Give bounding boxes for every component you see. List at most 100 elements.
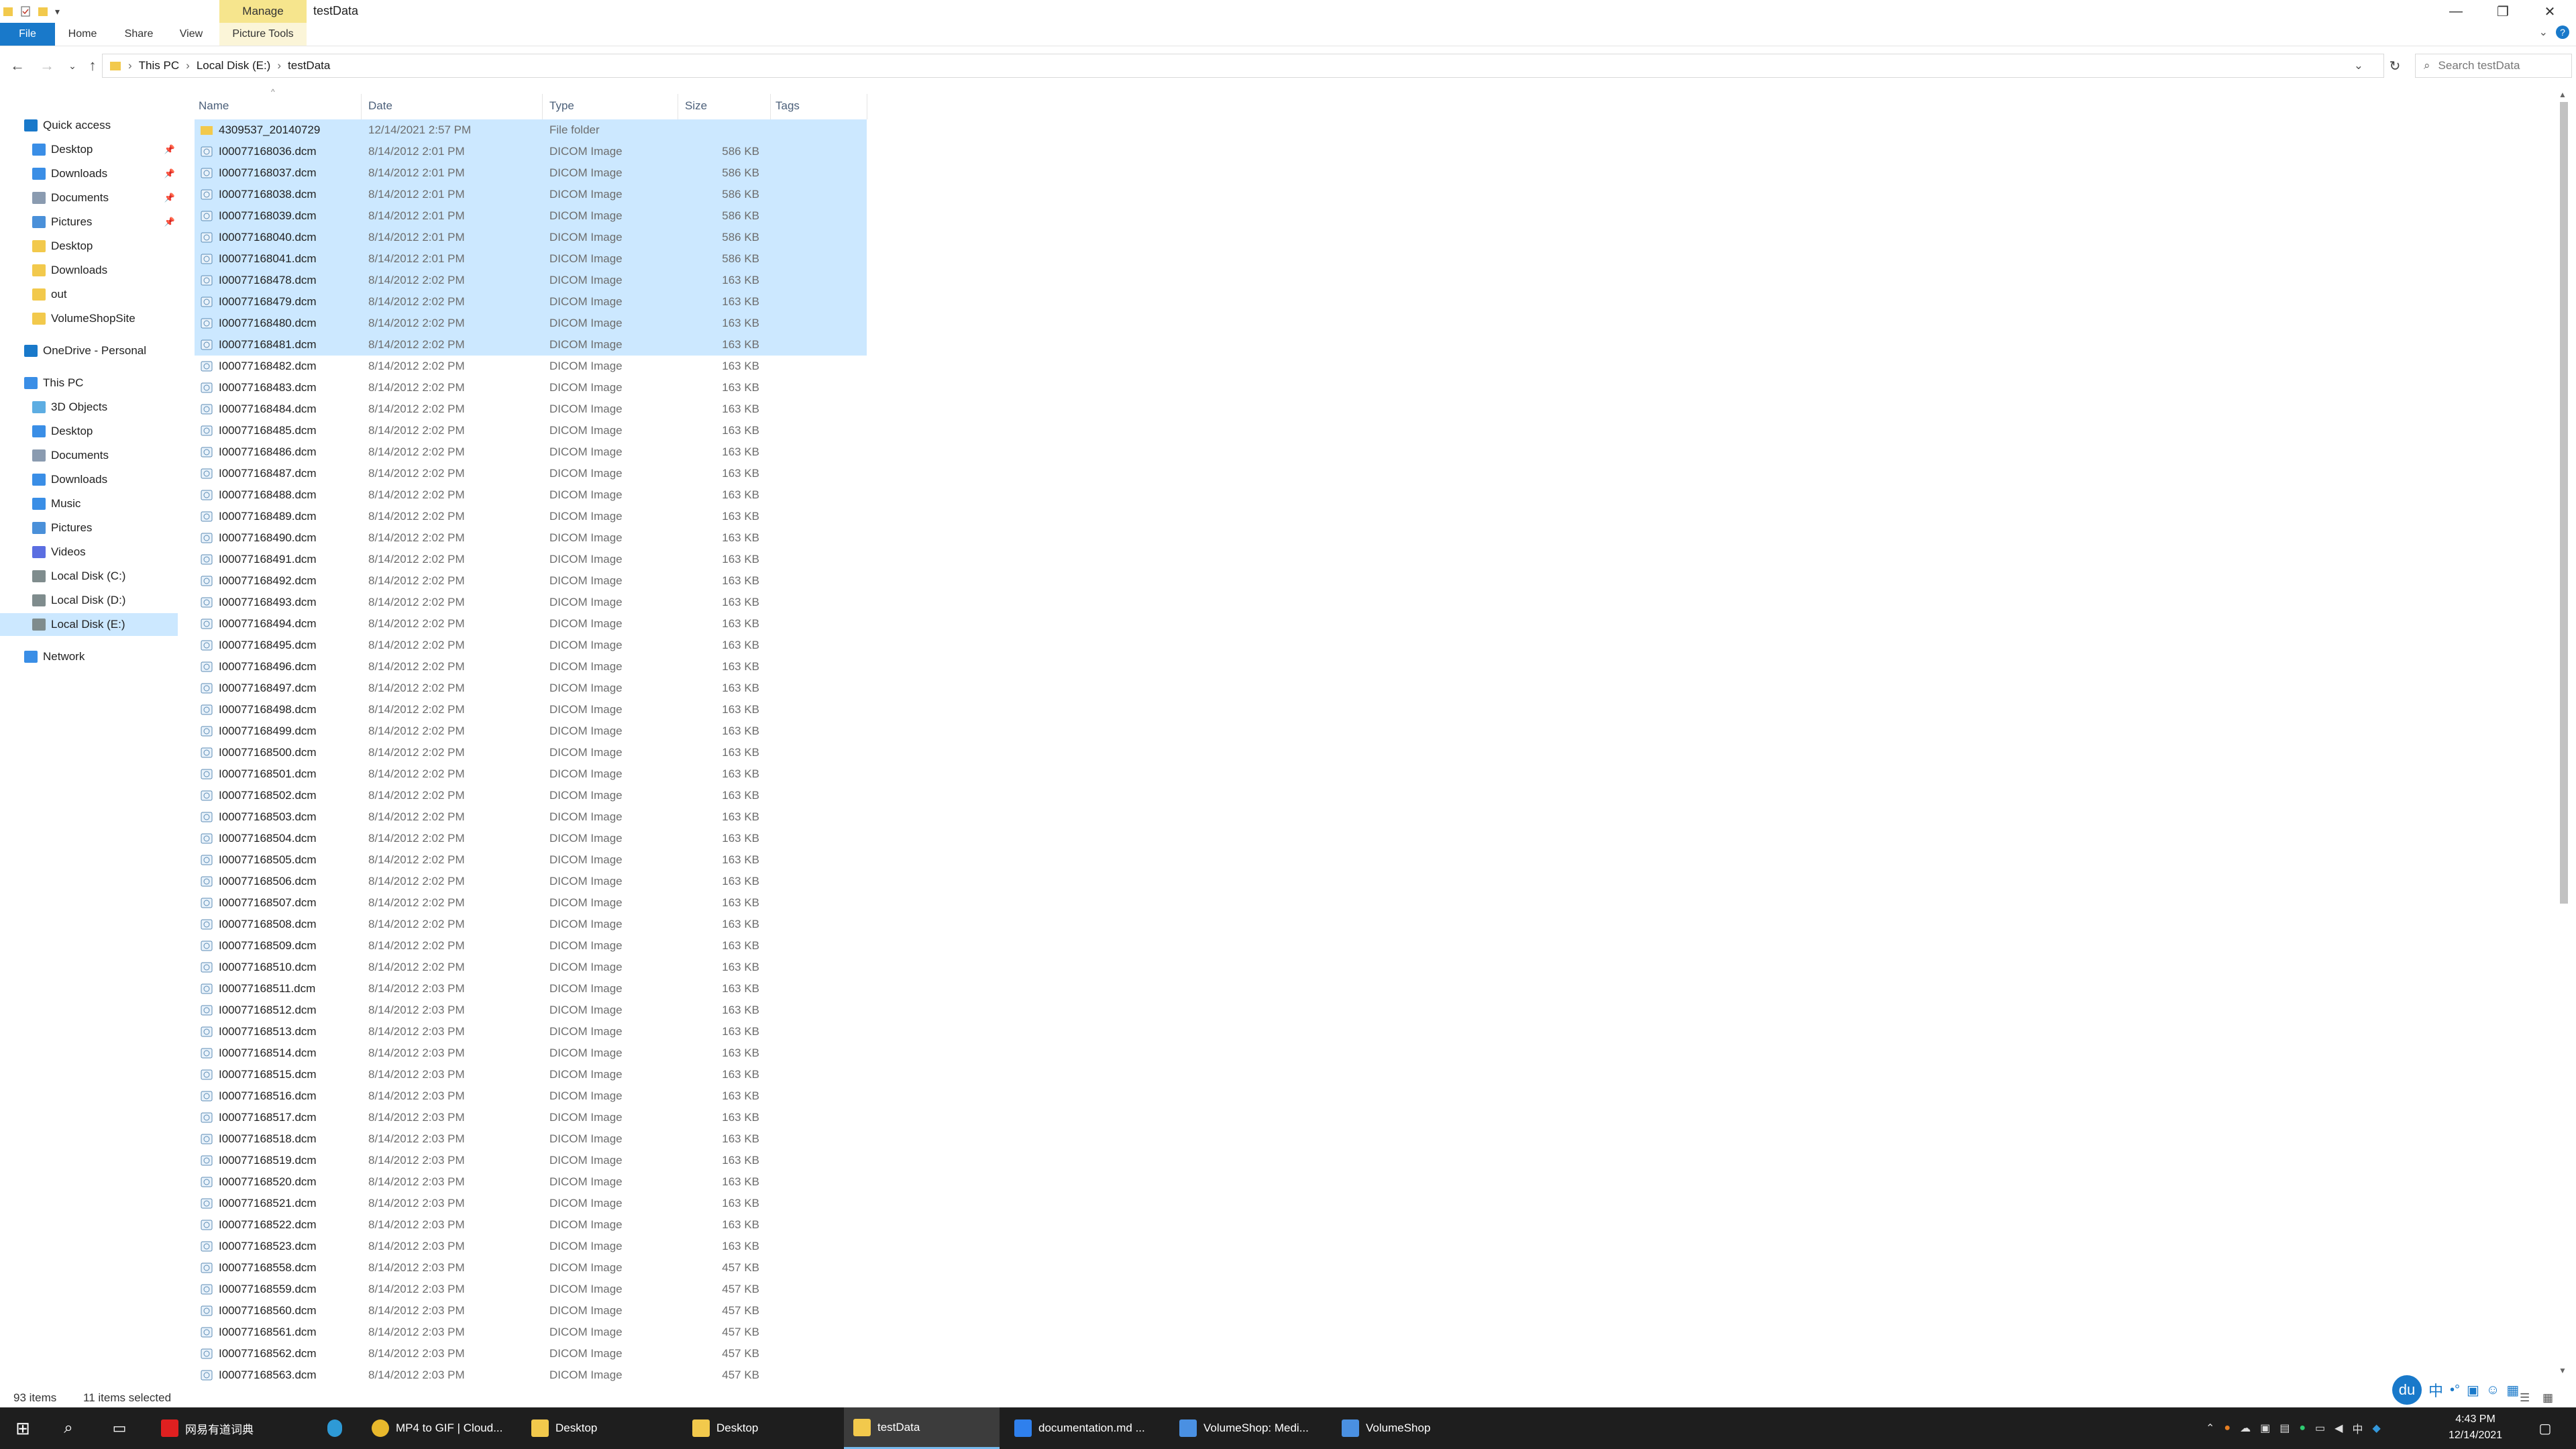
table-row[interactable]: I00077168039.dcm 8/14/2012 2:01 PM DICOM I… (195, 205, 867, 227)
table-row[interactable]: I00077168510.dcm 8/14/2012 2:02 PM DICOM I… (195, 957, 867, 978)
table-row[interactable]: I00077168515.dcm 8/14/2012 2:03 PM DICOM I… (195, 1064, 867, 1085)
nav-item[interactable]: This PC (0, 372, 178, 394)
table-row[interactable]: I00077168502.dcm 8/14/2012 2:02 PM DICOM I… (195, 785, 867, 806)
table-row[interactable]: I00077168500.dcm 8/14/2012 2:02 PM DICOM I… (195, 742, 867, 763)
table-row[interactable]: I00077168040.dcm 8/14/2012 2:01 PM DICOM I… (195, 227, 867, 248)
close-button[interactable]: ✕ (2526, 0, 2573, 23)
taskbar-app[interactable]: VolumeShop: Medi... (1170, 1407, 1327, 1449)
baidu-tray-icon[interactable]: ◆ (2372, 1421, 2380, 1435)
tab-share[interactable]: Share (118, 23, 160, 46)
table-row[interactable]: I00077168561.dcm 8/14/2012 2:03 PM DICOM I… (195, 1322, 867, 1343)
new-folder-icon[interactable] (38, 5, 48, 17)
nav-item[interactable]: OneDrive - Personal (0, 339, 178, 362)
nav-item[interactable]: Desktop (0, 420, 178, 443)
volume-icon[interactable]: ◀ (2334, 1421, 2343, 1435)
table-row[interactable]: I00077168486.dcm 8/14/2012 2:02 PM DICOM I… (195, 441, 867, 463)
tab-home[interactable]: Home (62, 23, 103, 46)
table-row[interactable]: I00077168519.dcm 8/14/2012 2:03 PM DICOM I… (195, 1150, 867, 1171)
table-row[interactable]: I00077168501.dcm 8/14/2012 2:02 PM DICOM I… (195, 763, 867, 785)
baidu-ime-icon[interactable]: du (2392, 1375, 2422, 1405)
maximize-button[interactable]: ❐ (2479, 0, 2526, 23)
nav-item[interactable]: Local Disk (E:) (0, 613, 178, 636)
refresh-button[interactable]: ↻ (2384, 55, 2406, 76)
search-box[interactable]: ⌕ Search testData (2415, 54, 2572, 78)
table-row[interactable]: I00077168481.dcm 8/14/2012 2:02 PM DICOM I… (195, 334, 867, 356)
table-row[interactable]: I00077168523.dcm 8/14/2012 2:03 PM DICOM I… (195, 1236, 867, 1257)
table-row[interactable]: I00077168505.dcm 8/14/2012 2:02 PM DICOM I… (195, 849, 867, 871)
table-row[interactable]: I00077168514.dcm 8/14/2012 2:03 PM DICOM I… (195, 1042, 867, 1064)
table-row[interactable]: I00077168483.dcm 8/14/2012 2:02 PM DICOM I… (195, 377, 867, 398)
column-divider[interactable] (770, 94, 771, 119)
nav-item[interactable]: Downloads (0, 259, 178, 282)
table-row[interactable]: I00077168520.dcm 8/14/2012 2:03 PM DICOM I… (195, 1171, 867, 1193)
wechat-icon[interactable]: ● (2299, 1422, 2306, 1434)
table-row[interactable]: I00077168493.dcm 8/14/2012 2:02 PM DICOM I… (195, 592, 867, 613)
expand-ribbon-icon[interactable]: ⌄ (2539, 25, 2548, 39)
table-row[interactable]: I00077168041.dcm 8/14/2012 2:01 PM DICOM I… (195, 248, 867, 270)
tab-view[interactable]: View (170, 23, 212, 46)
address-bar[interactable]: › This PC › Local Disk (E:) › testData ⌄ (102, 54, 2384, 78)
table-row[interactable]: I00077168498.dcm 8/14/2012 2:02 PM DICOM I… (195, 699, 867, 720)
nav-item[interactable]: Local Disk (C:) (0, 565, 178, 588)
scroll-up-icon[interactable]: ▲ (2559, 90, 2567, 99)
table-row[interactable]: I00077168518.dcm 8/14/2012 2:03 PM DICOM I… (195, 1128, 867, 1150)
table-row[interactable]: 4309537_20140729 12/14/2021 2:57 PM File f… (195, 119, 867, 141)
scrollbar-thumb[interactable] (2560, 102, 2568, 904)
table-row[interactable]: I00077168497.dcm 8/14/2012 2:02 PM DICOM I… (195, 678, 867, 699)
nav-item[interactable]: Pictures (0, 517, 178, 539)
onedrive-icon[interactable]: ☁ (2240, 1421, 2251, 1435)
task-view-button[interactable]: ▭ (106, 1407, 133, 1449)
table-row[interactable]: I00077168504.dcm 8/14/2012 2:02 PM DICOM I… (195, 828, 867, 849)
table-row[interactable]: I00077168508.dcm 8/14/2012 2:02 PM DICOM I… (195, 914, 867, 935)
recent-locations-icon[interactable]: ⌄ (62, 55, 83, 76)
tray-expand-icon[interactable]: ⌃ (2206, 1421, 2214, 1435)
manage-contextual-tab[interactable]: Manage (219, 0, 307, 23)
column-header-date[interactable]: Date (368, 99, 392, 113)
tab-file[interactable]: File (0, 23, 55, 46)
search-input[interactable]: Search testData (2438, 59, 2520, 72)
taskbar-app[interactable]: testData (844, 1407, 1000, 1449)
taskbar-app[interactable]: VolumeShop (1332, 1407, 1489, 1449)
nav-item[interactable]: Local Disk (D:) (0, 589, 178, 612)
table-row[interactable]: I00077168560.dcm 8/14/2012 2:03 PM DICOM I… (195, 1300, 867, 1322)
table-row[interactable]: I00077168479.dcm 8/14/2012 2:02 PM DICOM I… (195, 291, 867, 313)
large-icons-view-icon[interactable]: ▦ (2542, 1391, 2553, 1405)
table-row[interactable]: I00077168037.dcm 8/14/2012 2:01 PM DICOM I… (195, 162, 867, 184)
table-row[interactable]: I00077168559.dcm 8/14/2012 2:03 PM DICOM I… (195, 1279, 867, 1300)
ime-menu-icon[interactable]: ▦ (2506, 1382, 2519, 1399)
nav-item[interactable]: VolumeShopSite (0, 307, 178, 330)
table-row[interactable]: I00077168513.dcm 8/14/2012 2:03 PM DICOM I… (195, 1021, 867, 1042)
search-button[interactable]: ⌕ (55, 1407, 82, 1449)
folder-icon[interactable] (3, 5, 13, 17)
table-row[interactable]: I00077168488.dcm 8/14/2012 2:02 PM DICOM I… (195, 484, 867, 506)
taskbar-app[interactable]: Desktop (683, 1407, 839, 1449)
nav-item[interactable]: Documents 📌 (0, 186, 178, 209)
table-row[interactable]: I00077168499.dcm 8/14/2012 2:02 PM DICOM I… (195, 720, 867, 742)
table-row[interactable]: I00077168506.dcm 8/14/2012 2:02 PM DICOM I… (195, 871, 867, 892)
nav-item[interactable]: out (0, 283, 178, 306)
table-row[interactable]: I00077168480.dcm 8/14/2012 2:02 PM DICOM I… (195, 313, 867, 334)
table-row[interactable]: I00077168495.dcm 8/14/2012 2:02 PM DICOM I… (195, 635, 867, 656)
taskbar-app[interactable]: 网易有道词典 (152, 1407, 267, 1449)
ime-user-icon[interactable]: ☺ (2486, 1383, 2500, 1398)
nav-item[interactable]: Downloads 📌 (0, 162, 178, 185)
table-row[interactable]: I00077168038.dcm 8/14/2012 2:01 PM DICOM I… (195, 184, 867, 205)
table-row[interactable]: I00077168507.dcm 8/14/2012 2:02 PM DICOM I… (195, 892, 867, 914)
column-divider[interactable] (542, 94, 543, 119)
clock[interactable]: 4:43 PM 12/14/2021 (2442, 1411, 2509, 1444)
table-row[interactable]: I00077168562.dcm 8/14/2012 2:03 PM DICOM I… (195, 1343, 867, 1364)
nav-item[interactable]: Documents (0, 444, 178, 467)
table-row[interactable]: I00077168491.dcm 8/14/2012 2:02 PM DICOM I… (195, 549, 867, 570)
table-row[interactable]: I00077168509.dcm 8/14/2012 2:02 PM DICOM I… (195, 935, 867, 957)
back-button[interactable]: ← (7, 55, 28, 76)
table-row[interactable]: I00077168492.dcm 8/14/2012 2:02 PM DICOM I… (195, 570, 867, 592)
ime-indicator[interactable]: 中 (2352, 1420, 2363, 1436)
taskbar-app[interactable] (318, 1407, 349, 1449)
table-row[interactable]: I00077168511.dcm 8/14/2012 2:03 PM DICOM I… (195, 978, 867, 1000)
column-header-size[interactable]: Size (685, 99, 707, 113)
table-row[interactable]: I00077168494.dcm 8/14/2012 2:02 PM DICOM I… (195, 613, 867, 635)
start-button[interactable]: ⊞ (9, 1407, 36, 1449)
up-button[interactable]: ↑ (82, 55, 103, 76)
table-row[interactable]: I00077168482.dcm 8/14/2012 2:02 PM DICOM I… (195, 356, 867, 377)
nav-item[interactable]: Network (0, 645, 178, 668)
